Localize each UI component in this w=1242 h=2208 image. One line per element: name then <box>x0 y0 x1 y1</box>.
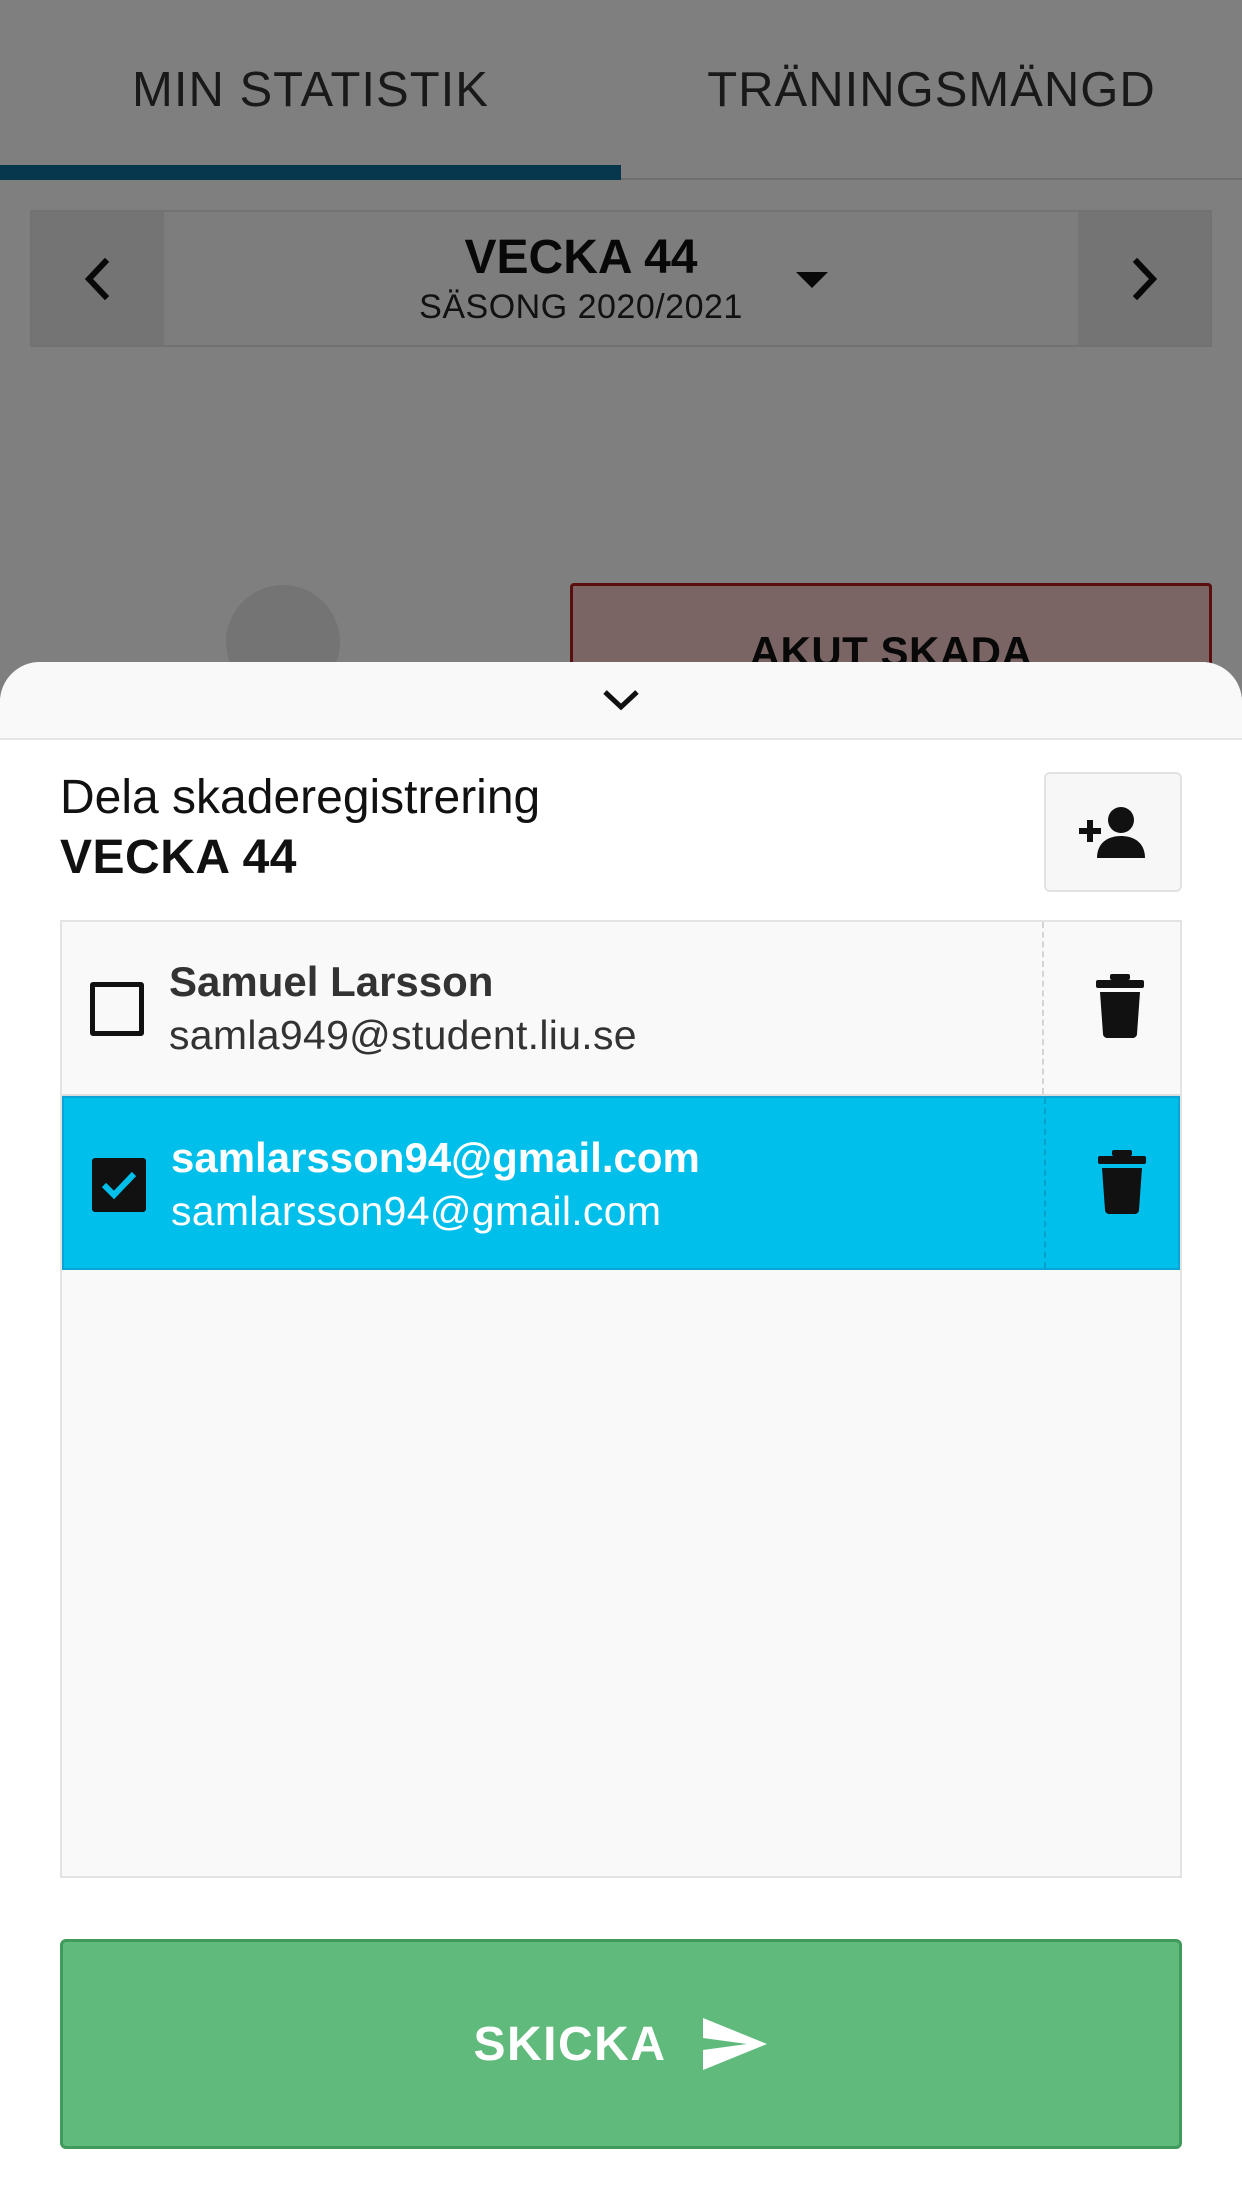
share-sheet: Dela skaderegistrering VECKA 44 Samuel L… <box>0 662 1242 2208</box>
recipient-row-selected[interactable]: samlarsson94@gmail.com samlarsson94@gmai… <box>62 1096 1180 1270</box>
trash-icon[interactable] <box>1092 974 1148 1038</box>
chevron-down-icon <box>603 690 639 711</box>
add-person-icon <box>1079 807 1145 858</box>
recipient-email: samlarsson94@gmail.com <box>171 1188 662 1234</box>
collapse-sheet-button[interactable] <box>0 662 1242 740</box>
send-button[interactable]: SKICKA <box>60 1939 1182 2149</box>
recipient-name: samlarsson94@gmail.com <box>171 1134 700 1181</box>
row-divider <box>1044 1098 1046 1268</box>
share-week: VECKA 44 <box>60 831 297 884</box>
trash-icon[interactable] <box>1094 1150 1150 1214</box>
send-label: SKICKA <box>473 2017 667 2071</box>
recipient-email: samla949@student.liu.se <box>169 1012 637 1058</box>
recipient-name: Samuel Larsson <box>169 958 494 1005</box>
recipient-checkbox[interactable] <box>90 982 144 1036</box>
share-title: Dela skaderegistrering <box>60 771 541 824</box>
recipient-checkbox-checked[interactable] <box>92 1158 146 1212</box>
send-icon <box>702 2018 767 2070</box>
add-recipient-button[interactable] <box>1044 772 1182 892</box>
recipient-row[interactable]: Samuel Larsson samla949@student.liu.se <box>62 922 1180 1096</box>
recipient-list: Samuel Larsson samla949@student.liu.se s… <box>60 920 1182 1878</box>
check-icon <box>101 1171 137 1200</box>
row-divider <box>1042 922 1044 1094</box>
